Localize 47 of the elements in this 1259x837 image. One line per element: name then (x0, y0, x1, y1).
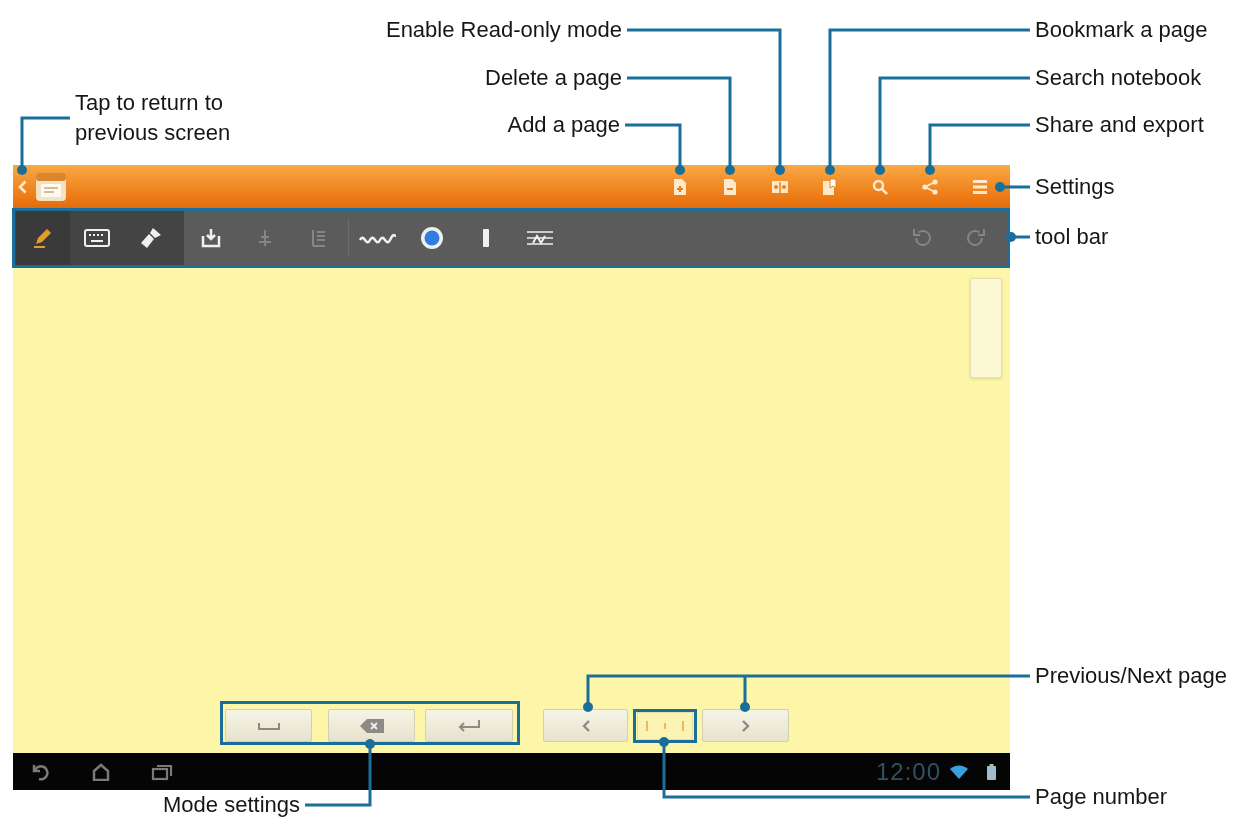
backspace-key[interactable] (328, 709, 415, 742)
space-key[interactable] (225, 709, 312, 742)
notebook-icon[interactable] (35, 171, 67, 202)
callout-label: Share and export (1035, 112, 1204, 138)
home-icon[interactable] (91, 762, 111, 781)
callout-label: Page number (1035, 784, 1168, 810)
enter-icon (456, 718, 482, 733)
delete-page-icon[interactable] (723, 177, 737, 196)
callout-label: Add a page (507, 112, 620, 138)
callout-label: tool bar (1035, 224, 1109, 250)
add-page-icon[interactable] (673, 177, 687, 196)
baseline-icon (525, 228, 555, 248)
chevron-left-icon (580, 718, 591, 733)
callout-label: Delete a page (485, 65, 622, 91)
callout-label: Enable Read-only mode (385, 17, 622, 43)
previous-page-button[interactable] (543, 709, 628, 742)
bookmark-page-icon[interactable] (822, 177, 838, 196)
callout-label: Mode settings (163, 792, 300, 818)
tray-arrow-icon (199, 226, 223, 250)
brush-icon (139, 226, 163, 250)
callout-label: Search notebook (1035, 65, 1202, 91)
space-key-icon (256, 720, 281, 731)
callout-leader (995, 182, 1030, 192)
callout-label: Settings (1035, 174, 1115, 200)
battery-icon (987, 763, 996, 780)
callout-label: Previous/Next page (1035, 663, 1227, 689)
keyboard-icon (84, 228, 110, 248)
next-page-button[interactable] (702, 709, 789, 742)
callout-leader (305, 739, 375, 807)
recent-apps-icon[interactable] (151, 762, 173, 781)
back-arrow-icon[interactable] (31, 762, 51, 781)
share-icon[interactable] (922, 178, 938, 195)
callout-label: Tap to return to previous screen (75, 89, 232, 147)
wifi-icon (949, 763, 969, 780)
back-icon[interactable] (18, 179, 27, 194)
book-icon[interactable] (771, 179, 789, 194)
chevron-right-icon (740, 718, 751, 733)
callout-leader (17, 116, 70, 175)
search-icon[interactable] (872, 178, 888, 195)
mode-tab[interactable] (16, 211, 70, 265)
clock-time: 12:00 (875, 757, 941, 786)
enter-key[interactable] (425, 709, 513, 742)
scroll-handle[interactable] (970, 278, 1002, 378)
backspace-icon (358, 717, 385, 734)
callout-label: Bookmark a page (1035, 17, 1208, 43)
stroke-size-icon (483, 229, 489, 247)
menu-icon[interactable] (973, 179, 987, 194)
